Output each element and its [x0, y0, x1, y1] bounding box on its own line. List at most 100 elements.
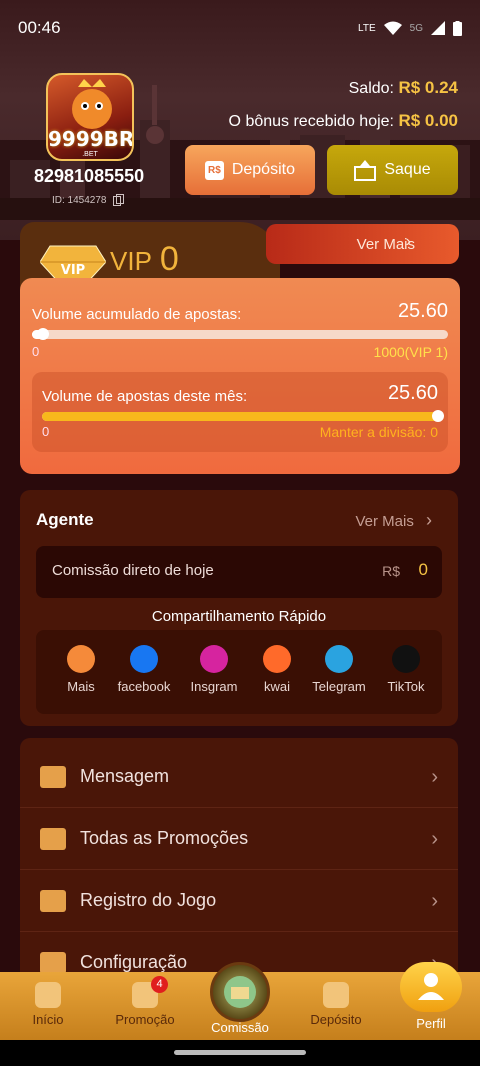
gear-icon: [40, 951, 66, 974]
bonus-line: O bônus recebido hoje: R$ 0.00: [229, 111, 458, 131]
month-progress-dot: [432, 410, 444, 422]
share-item-label: Mais: [67, 679, 95, 694]
saldo-value: R$ 0.24: [398, 78, 458, 97]
deposit-label: Depósito: [231, 161, 295, 178]
chevron-right-icon: ›: [431, 766, 438, 788]
commission-row: Comissão direto de hoje R$ 0: [36, 546, 442, 598]
month-progress-track: [42, 410, 444, 422]
bonus-value: R$ 0.00: [398, 111, 458, 130]
commission-currency: R$: [382, 563, 400, 579]
home-indicator[interactable]: [174, 1050, 306, 1055]
gamepad-icon: [40, 889, 66, 912]
accumulated-label: Volume acumulado de apostas:: [32, 306, 242, 323]
agent-more-label: Ver Mais: [355, 513, 414, 530]
share-item-insgram[interactable]: Insgram: [179, 645, 249, 694]
share-item-kwai[interactable]: kwai: [242, 645, 312, 694]
copy-icon[interactable]: [112, 194, 124, 206]
battery-icon: [453, 20, 462, 36]
accumulated-progress-dot: [36, 328, 49, 340]
commission-center-button[interactable]: [210, 962, 270, 1022]
menu-item-label: Registro do Jogo: [80, 890, 217, 910]
menu-item-label: Mensagem: [80, 766, 170, 786]
share-item-telegram[interactable]: Telegram: [304, 645, 374, 694]
tab-label: Promoção: [115, 1012, 175, 1027]
system-home-bar: [0, 1040, 480, 1066]
share-item-facebook[interactable]: facebook: [109, 645, 179, 694]
accumulated-progress-track: [32, 328, 448, 340]
agent-card: Agente Ver Mais › Comissão direto de hoj…: [20, 490, 458, 726]
user-phone: 82981085550: [34, 166, 145, 186]
vip-more-button[interactable]: Ver Mais ›: [266, 224, 459, 264]
svg-text:VIP: VIP: [61, 263, 85, 278]
withdraw-label: Saque: [384, 161, 431, 178]
withdraw-icon: [354, 160, 377, 181]
menu-item-0[interactable]: Mensagem ›: [20, 746, 458, 808]
vip-level-title: VIP 0: [110, 240, 179, 279]
withdraw-button[interactable]: Saque: [327, 145, 458, 195]
month-keep-division: Manter a divisão: 0: [319, 424, 438, 440]
telegram-icon: [325, 645, 353, 673]
profile-active-button[interactable]: [400, 962, 462, 1012]
share-item-label: kwai: [263, 679, 290, 694]
share-title: Compartilhamento Rápido: [151, 608, 327, 625]
deposit-button[interactable]: R$ Depósito: [185, 145, 315, 195]
bonus-label: O bônus recebido hoje:: [228, 113, 394, 130]
share-row: Mais facebook Insgram kwai Telegram TikTok T: [36, 630, 442, 714]
share-item-label: Insgram: [190, 679, 238, 694]
user-id: ID: 1454278: [52, 194, 107, 206]
menu-item-2[interactable]: Registro do Jogo ›: [20, 870, 458, 932]
tab-promoção[interactable]: 4 Promoção: [105, 976, 185, 1027]
saldo-line: Saldo: R$ 0.24: [349, 78, 458, 98]
menu-card: Mensagem › Todas as Promoções › Registro do …: [20, 738, 458, 998]
agent-more-button[interactable]: Ver Mais ›: [355, 510, 432, 531]
commission-icon: [224, 976, 256, 1008]
signal-label: 5G: [409, 22, 423, 34]
share-item-mais[interactable]: Mais: [46, 645, 116, 694]
accumulated-target: 1000(VIP 1): [373, 344, 448, 360]
tab-depósito[interactable]: Depósito: [296, 982, 376, 1027]
kwai-icon: [263, 645, 291, 673]
month-row: Volume de apostas deste mês: 25.60: [42, 382, 438, 405]
vip-progress-panel: Volume acumulado de apostas: 25.60 0 100…: [20, 278, 460, 474]
network-label: LTE: [358, 22, 376, 34]
chevron-right-icon: ›: [431, 828, 438, 850]
commission-label: Comissão direto de hoje: [52, 562, 214, 579]
user-id-line: ID: 1454278: [52, 194, 124, 206]
tab-início[interactable]: Início: [8, 982, 88, 1027]
profile-icon: [418, 973, 444, 1000]
app-logo: 9999BR .BET: [46, 73, 134, 161]
share-icon: [67, 645, 95, 673]
share-item-t[interactable]: T: [431, 645, 442, 694]
share-item-label: facebook: [117, 679, 171, 694]
status-time: 00:46: [18, 18, 61, 37]
accumulated-row: Volume acumulado de apostas: 25.60: [32, 300, 448, 323]
menu-item-label: Configuração: [80, 952, 188, 972]
logo-subtext: .BET: [82, 151, 98, 158]
home-icon: [35, 982, 61, 1008]
tab-label: Início: [32, 1012, 64, 1027]
vip-label: VIP: [110, 246, 152, 276]
facebook-icon: [130, 645, 158, 673]
month-min: 0: [42, 424, 50, 439]
instagram-icon: [200, 645, 228, 673]
wifi-icon: [383, 21, 402, 35]
vip-level: 0: [159, 240, 179, 278]
money-bag-icon: [323, 982, 349, 1008]
chevron-right-icon: ›: [431, 890, 438, 912]
tab-perfil[interactable]: Perfil: [391, 1016, 471, 1031]
logo-text: 9999BR: [48, 127, 134, 151]
chevron-right-icon: ›: [426, 510, 432, 530]
agent-title: Agente: [36, 510, 94, 529]
chevron-right-icon: ›: [405, 233, 411, 250]
vip-card: Ver Mais › VIP VIP 0 Volume acumulado de…: [20, 222, 460, 477]
status-icons: LTE 5G: [358, 20, 462, 36]
tab-label: Depósito: [310, 1012, 362, 1027]
month-label: Volume de apostas deste mês:: [42, 388, 248, 405]
menu-item-1[interactable]: Todas as Promoções ›: [20, 808, 458, 870]
cell-signal-icon: [431, 21, 445, 35]
gift-icon: [40, 827, 66, 850]
deposit-wallet-icon: R$: [205, 160, 224, 180]
menu-item-label: Todas as Promoções: [80, 828, 249, 848]
share-item-label: Telegram: [312, 679, 366, 694]
share-item-label: TikTok: [387, 679, 425, 694]
